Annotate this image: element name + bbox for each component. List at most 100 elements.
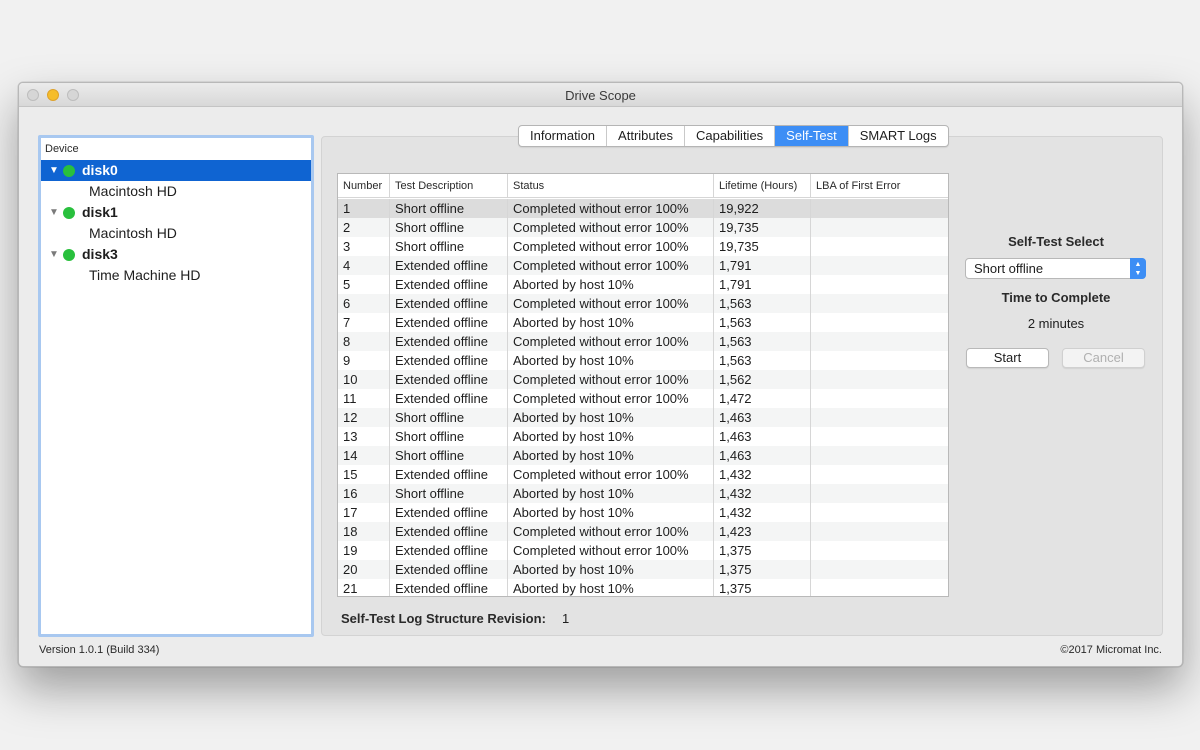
table-row[interactable]: 7 Extended offline Aborted by host 10% 1,56…	[338, 313, 948, 332]
column-header-lba[interactable]: LBA of First Error	[811, 174, 948, 198]
disk-label: disk1	[82, 204, 118, 220]
self-test-select[interactable]: Short offline ▲ ▼	[965, 258, 1146, 279]
table-row[interactable]: 11 Extended offline Completed without erro…	[338, 389, 948, 408]
table-row[interactable]: 5 Extended offline Aborted by host 10% 1,79…	[338, 275, 948, 294]
table-row[interactable]: 8 Extended offline Completed without error…	[338, 332, 948, 351]
tab-information[interactable]: Information	[519, 126, 608, 146]
tab-self-test[interactable]: Self-Test	[775, 126, 849, 146]
table-row[interactable]: 10 Extended offline Completed without erro…	[338, 370, 948, 389]
table-row[interactable]: 6 Extended offline Completed without error…	[338, 294, 948, 313]
revision-label: Self-Test Log Structure Revision:	[341, 611, 546, 626]
table-row[interactable]: 18 Extended offline Completed without erro…	[338, 522, 948, 541]
cell-lifetime: 1,463	[714, 446, 811, 465]
cell-status: Completed without error 100%	[508, 541, 714, 560]
cell-lifetime: 1,563	[714, 351, 811, 370]
table-header: Number Test Description Status Lifetime …	[338, 174, 948, 198]
sidebar-item-disk0[interactable]: ▼ disk0	[41, 160, 311, 181]
cell-lifetime: 1,563	[714, 313, 811, 332]
cell-status: Completed without error 100%	[508, 199, 714, 218]
cell-lba	[811, 218, 948, 237]
cell-number: 3	[338, 237, 390, 256]
cell-test-description: Extended offline	[390, 541, 508, 560]
cell-test-description: Short offline	[390, 446, 508, 465]
cell-status: Aborted by host 10%	[508, 484, 714, 503]
cell-test-description: Short offline	[390, 237, 508, 256]
cell-lifetime: 1,375	[714, 560, 811, 579]
cell-lifetime: 1,432	[714, 503, 811, 522]
table-row[interactable]: 1 Short offline Completed without error 10…	[338, 199, 948, 218]
table-row[interactable]: 2 Short offline Completed without error 10…	[338, 218, 948, 237]
table-body: 1 Short offline Completed without error 10…	[338, 199, 948, 596]
table-row[interactable]: 16 Short offline Aborted by host 10% 1,432	[338, 484, 948, 503]
cell-lba	[811, 332, 948, 351]
column-header-status[interactable]: Status	[508, 174, 714, 198]
cell-number: 1	[338, 199, 390, 218]
disclosure-triangle-icon[interactable]: ▼	[49, 244, 59, 265]
cell-status: Completed without error 100%	[508, 522, 714, 541]
table-row[interactable]: 3 Short offline Completed without error 10…	[338, 237, 948, 256]
status-dot-icon	[63, 207, 75, 219]
self-test-log-table[interactable]: Number Test Description Status Lifetime …	[337, 173, 949, 597]
cell-test-description: Short offline	[390, 199, 508, 218]
cell-test-description: Extended offline	[390, 579, 508, 596]
table-row[interactable]: 19 Extended offline Completed without erro…	[338, 541, 948, 560]
column-header-lifetime[interactable]: Lifetime (Hours)	[714, 174, 811, 198]
volume-label: Macintosh HD	[89, 183, 177, 199]
disclosure-triangle-icon[interactable]: ▼	[49, 160, 59, 181]
table-row[interactable]: 4 Extended offline Completed without error…	[338, 256, 948, 275]
cell-lifetime: 1,563	[714, 294, 811, 313]
tab-attributes[interactable]: Attributes	[607, 126, 685, 146]
sidebar-item-volume[interactable]: Macintosh HD	[41, 223, 311, 244]
cell-number: 10	[338, 370, 390, 389]
cell-number: 12	[338, 408, 390, 427]
cell-lba	[811, 522, 948, 541]
cell-test-description: Extended offline	[390, 503, 508, 522]
cell-number: 16	[338, 484, 390, 503]
cell-lba	[811, 370, 948, 389]
sidebar-item-disk3[interactable]: ▼ disk3	[41, 244, 311, 265]
cell-number: 15	[338, 465, 390, 484]
cell-status: Completed without error 100%	[508, 389, 714, 408]
cell-lba	[811, 541, 948, 560]
cancel-button[interactable]: Cancel	[1062, 348, 1145, 368]
cell-status: Aborted by host 10%	[508, 503, 714, 522]
cell-lba	[811, 389, 948, 408]
cell-number: 20	[338, 560, 390, 579]
cell-number: 17	[338, 503, 390, 522]
copyright-label: ©2017 Micromat Inc.	[1060, 644, 1162, 656]
column-header-number[interactable]: Number	[338, 174, 390, 198]
tab-capabilities[interactable]: Capabilities	[685, 126, 776, 146]
cell-lifetime: 1,432	[714, 465, 811, 484]
sidebar-item-disk1[interactable]: ▼ disk1	[41, 202, 311, 223]
sidebar-item-volume[interactable]: Time Machine HD	[41, 265, 311, 286]
cell-lba	[811, 427, 948, 446]
cell-lba	[811, 503, 948, 522]
table-row[interactable]: 15 Extended offline Completed without erro…	[338, 465, 948, 484]
cell-status: Aborted by host 10%	[508, 446, 714, 465]
version-label: Version 1.0.1 (Build 334)	[39, 644, 160, 656]
column-header-test-description[interactable]: Test Description	[390, 174, 508, 198]
status-dot-icon	[63, 249, 75, 261]
cell-lifetime: 1,423	[714, 522, 811, 541]
start-button[interactable]: Start	[966, 348, 1049, 368]
cell-number: 19	[338, 541, 390, 560]
table-row[interactable]: 12 Short offline Aborted by host 10% 1,463	[338, 408, 948, 427]
sidebar-header: Device	[45, 143, 79, 155]
cell-number: 7	[338, 313, 390, 332]
table-row[interactable]: 21 Extended offline Aborted by host 10% 1,3…	[338, 579, 948, 596]
cell-lba	[811, 560, 948, 579]
table-row[interactable]: 14 Short offline Aborted by host 10% 1,463	[338, 446, 948, 465]
table-row[interactable]: 17 Extended offline Aborted by host 10% 1,4…	[338, 503, 948, 522]
table-row[interactable]: 9 Extended offline Aborted by host 10% 1,56…	[338, 351, 948, 370]
table-row[interactable]: 13 Short offline Aborted by host 10% 1,463	[338, 427, 948, 446]
cell-test-description: Extended offline	[390, 332, 508, 351]
cell-status: Completed without error 100%	[508, 465, 714, 484]
device-sidebar[interactable]: Device ▼ disk0 Macintosh HD ▼ disk1 Maci…	[38, 135, 314, 637]
cell-lifetime: 1,562	[714, 370, 811, 389]
tab-smart-logs[interactable]: SMART Logs	[849, 126, 948, 146]
disclosure-triangle-icon[interactable]: ▼	[49, 202, 59, 223]
cell-test-description: Extended offline	[390, 313, 508, 332]
table-row[interactable]: 20 Extended offline Aborted by host 10% 1,3…	[338, 560, 948, 579]
sidebar-item-volume[interactable]: Macintosh HD	[41, 181, 311, 202]
cell-test-description: Short offline	[390, 427, 508, 446]
